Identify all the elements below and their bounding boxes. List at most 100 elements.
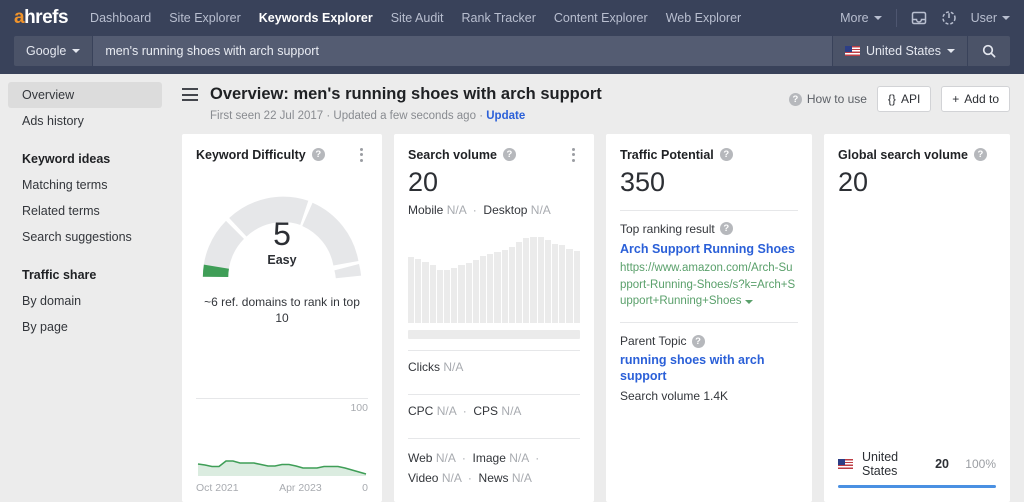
sv-bar[interactable] — [437, 270, 443, 323]
sv-bar[interactable] — [566, 249, 572, 323]
sv-bar[interactable] — [415, 259, 421, 323]
sv-bar[interactable] — [494, 252, 500, 323]
sv-bar[interactable] — [408, 257, 414, 323]
inbox-icon[interactable] — [911, 10, 927, 26]
how-to-use-button[interactable]: ? How to use — [789, 92, 867, 106]
add-to-button[interactable]: + Add to — [941, 86, 1010, 112]
sv-image-label: Image — [473, 451, 506, 465]
sv-bar[interactable] — [444, 270, 450, 323]
help-icon[interactable]: ? — [720, 222, 733, 235]
gsv-country-row[interactable]: United States 20 100% — [838, 450, 996, 478]
nav-link-site-audit[interactable]: Site Audit — [391, 11, 444, 25]
sidebar-item-search-suggestions[interactable]: Search suggestions — [8, 224, 162, 250]
sidebar-item-related-terms[interactable]: Related terms — [8, 198, 162, 224]
sidebar-group-traffic-share: Traffic share — [8, 262, 162, 288]
kd-axis-min: 0 — [362, 482, 368, 494]
chevron-down-icon — [1002, 16, 1010, 20]
sidebar-item-by-page[interactable]: By page — [8, 314, 162, 340]
sv-bar[interactable] — [480, 256, 486, 323]
sv-bar[interactable] — [473, 260, 479, 323]
sidebar-item-by-domain[interactable]: By domain — [8, 288, 162, 314]
sv-clicks-label: Clicks — [408, 360, 440, 374]
gsv-country-breakdown: United States 20 100% — [838, 450, 996, 502]
search-engine-select[interactable]: Google — [14, 36, 93, 66]
kd-history-chart: 100 Oct 2021 Apr 2023 0 — [196, 398, 368, 502]
help-icon[interactable]: ? — [312, 148, 325, 161]
sv-cps-label: CPS — [473, 404, 498, 418]
nav-link-site-explorer[interactable]: Site Explorer — [169, 11, 241, 25]
gauge-segment-4 — [347, 267, 349, 277]
sv-bar[interactable] — [538, 237, 544, 323]
sv-bar[interactable] — [451, 268, 457, 323]
usage-gauge-icon[interactable] — [941, 10, 957, 26]
sv-desktop-label: Desktop — [483, 203, 527, 217]
sidebar-item-ads-history[interactable]: Ads history — [8, 108, 162, 134]
sv-bar[interactable] — [422, 262, 428, 323]
sv-card-title: Search volume — [408, 148, 497, 162]
help-icon[interactable]: ? — [503, 148, 516, 161]
tp-top-ranking-label-group: Top ranking result ? — [620, 222, 798, 236]
subtitle-separator: · — [479, 110, 483, 122]
kd-gauge: 5 Easy — [196, 174, 368, 292]
gsv-country-volume: 20 — [935, 457, 949, 471]
sv-bar[interactable] — [458, 265, 464, 323]
nav-link-keywords-explorer[interactable]: Keywords Explorer — [259, 11, 373, 25]
page-title: Overview: men's running shoes with arch … — [210, 84, 602, 105]
sv-bar[interactable] — [516, 242, 522, 323]
divider — [620, 210, 798, 211]
sv-bar[interactable] — [487, 254, 493, 323]
sv-bar[interactable] — [509, 247, 515, 323]
sv-desktop-value: N/A — [531, 203, 551, 217]
keyword-search-input[interactable] — [93, 36, 832, 66]
how-to-use-label: How to use — [807, 92, 867, 106]
gsv-card-title-group: Global search volume ? — [838, 148, 996, 162]
api-button[interactable]: {} API — [877, 86, 931, 112]
nav-link-content-explorer[interactable]: Content Explorer — [554, 11, 648, 25]
tp-top-ranking-title[interactable]: Arch Support Running Shoes — [620, 241, 798, 257]
page-header-text: Overview: men's running shoes with arch … — [210, 84, 602, 122]
first-seen-text: First seen 22 Jul 2017 — [210, 110, 323, 122]
sidebar-item-overview[interactable]: Overview — [8, 82, 162, 108]
sv-chart-scrollbar[interactable] — [408, 330, 580, 339]
sv-bar[interactable] — [430, 265, 436, 323]
sidebar-toggle-icon[interactable] — [182, 88, 198, 105]
kd-card-menu-button[interactable] — [354, 148, 368, 162]
ahrefs-logo[interactable]: ahrefs — [14, 7, 68, 29]
chevron-down-icon[interactable] — [745, 300, 753, 304]
nav-link-web-explorer[interactable]: Web Explorer — [666, 11, 742, 25]
search-submit-button[interactable] — [968, 36, 1010, 66]
gsv-country-progress-bar — [838, 485, 996, 488]
sv-bar[interactable] — [552, 244, 558, 323]
country-select[interactable]: United States — [832, 36, 968, 66]
sv-bar[interactable] — [530, 237, 536, 323]
more-menu-button[interactable]: More — [840, 11, 881, 25]
sv-bar[interactable] — [466, 263, 472, 323]
sv-web-label: Web — [408, 451, 432, 465]
nav-link-dashboard[interactable]: Dashboard — [90, 11, 151, 25]
sv-bar[interactable] — [523, 238, 529, 323]
tp-url-text: https://www.amazon.com/Arch-Support-Runn… — [620, 262, 795, 307]
search-bar-container: Google United States — [0, 36, 1024, 74]
help-icon[interactable]: ? — [974, 148, 987, 161]
kd-card-header: Keyword Difficulty ? — [196, 148, 368, 162]
tp-parent-topic-label: Parent Topic — [620, 334, 687, 348]
sv-bar[interactable] — [574, 251, 580, 323]
help-icon[interactable]: ? — [692, 335, 705, 348]
main-nav-links: Dashboard Site Explorer Keywords Explore… — [90, 11, 741, 25]
update-link[interactable]: Update — [486, 110, 525, 122]
tp-top-ranking-url[interactable]: https://www.amazon.com/Arch-Support-Runn… — [620, 260, 798, 309]
user-menu-button[interactable]: User — [971, 11, 1010, 25]
help-icon[interactable]: ? — [720, 148, 733, 161]
search-engine-value: Google — [26, 44, 66, 58]
sidebar-item-matching-terms[interactable]: Matching terms — [8, 172, 162, 198]
sv-bar[interactable] — [559, 245, 565, 323]
tp-parent-topic-name[interactable]: running shoes with arch support — [620, 352, 798, 385]
sv-bar[interactable] — [502, 250, 508, 323]
country-value: United States — [866, 44, 941, 58]
sv-bar[interactable] — [545, 240, 551, 323]
nav-link-rank-tracker[interactable]: Rank Tracker — [462, 11, 536, 25]
sv-card-menu-button[interactable] — [566, 148, 580, 162]
more-label: More — [840, 11, 868, 25]
page-subtitle: First seen 22 Jul 2017 · Updated a few s… — [210, 110, 602, 122]
plus-icon: + — [952, 92, 959, 106]
